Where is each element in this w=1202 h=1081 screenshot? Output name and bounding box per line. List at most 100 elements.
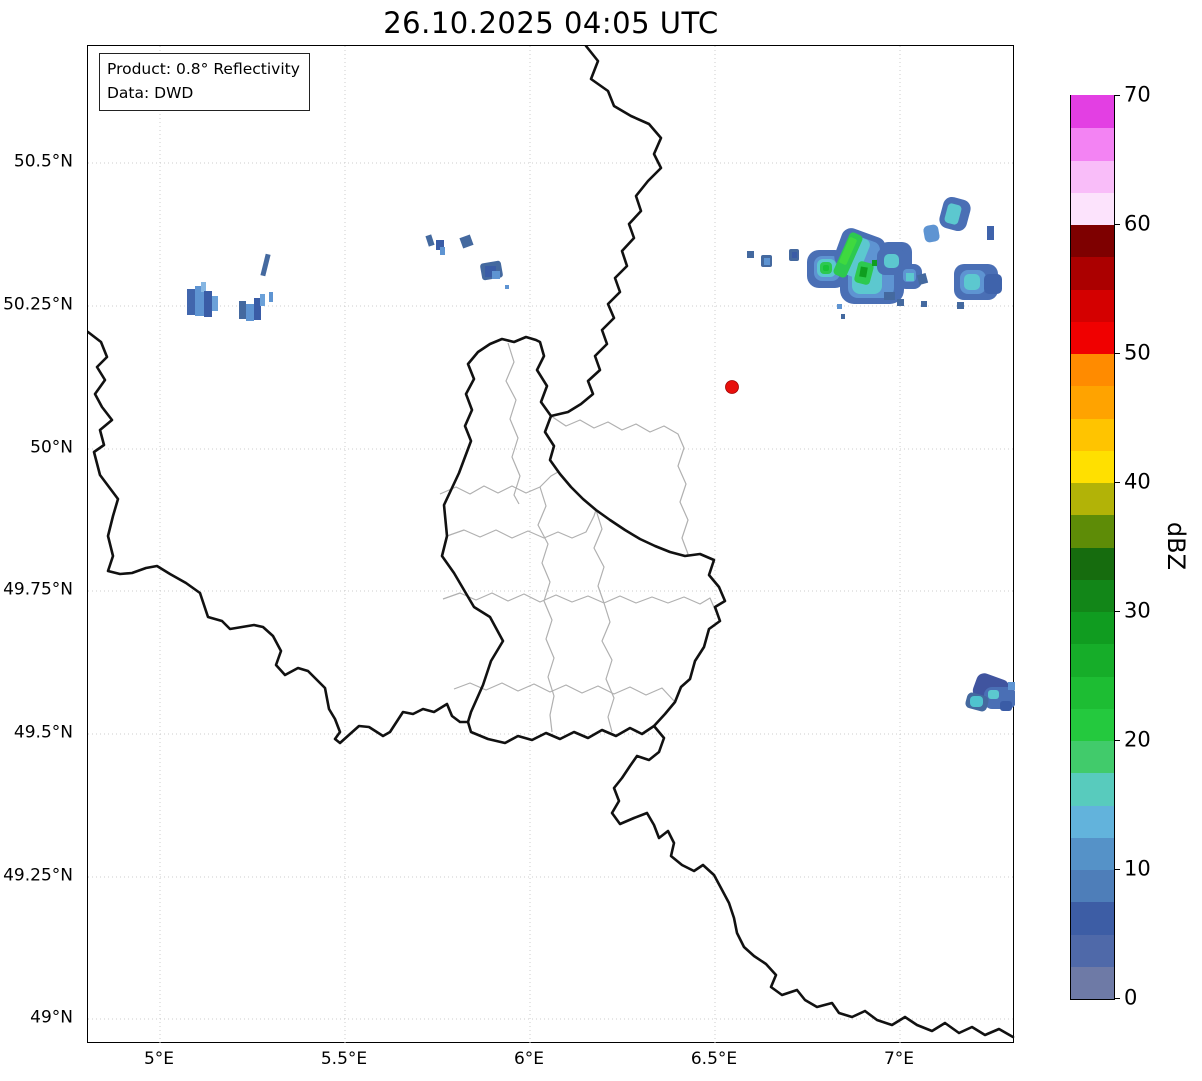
y-tick-label: 49.25°N xyxy=(3,865,73,886)
radar-echo-cell xyxy=(505,285,509,289)
colorbar-segment xyxy=(1071,450,1114,483)
radar-echo-cell xyxy=(254,298,261,320)
colorbar-segment xyxy=(1071,192,1114,225)
colorbar-segment xyxy=(1071,95,1114,129)
x-tick-label: 5°E xyxy=(143,1049,175,1069)
colorbar-segment xyxy=(1071,804,1114,838)
radar-echo-cell xyxy=(884,254,899,268)
colorbar-segment xyxy=(1071,708,1114,741)
x-tick-label: 7°E xyxy=(883,1049,915,1069)
colorbar-segment xyxy=(1071,417,1114,451)
radar-echo-cell xyxy=(212,296,218,311)
map-svg xyxy=(88,46,1015,1044)
colorbar-segment xyxy=(1071,966,1114,999)
radar-echo-cell xyxy=(964,274,980,290)
colorbar-segment xyxy=(1071,772,1114,806)
radar-echo-cell xyxy=(260,294,265,306)
radar-echo-cell xyxy=(921,301,927,307)
radar-echo-cell xyxy=(988,690,999,699)
colorbar-segment xyxy=(1071,643,1114,677)
colorbar-segment xyxy=(1071,256,1114,290)
colorbar-segment xyxy=(1071,579,1114,612)
x-tick-label: 6.5°E xyxy=(690,1049,738,1069)
colorbar-tick xyxy=(1114,224,1120,226)
radar-echo-cell xyxy=(440,247,445,255)
radar-echo-cell xyxy=(239,301,246,319)
radar-echo-cell xyxy=(823,265,829,271)
colorbar-tick-label: 20 xyxy=(1124,727,1151,752)
national-borders xyxy=(88,46,1015,1039)
colorbar-segment xyxy=(1071,740,1114,774)
radar-echo-cell xyxy=(1000,701,1012,711)
colorbar-segment xyxy=(1071,869,1114,903)
colorbar-axis-label: dBZ xyxy=(1162,521,1190,571)
radar-site-marker xyxy=(725,380,739,394)
radar-echoes xyxy=(187,196,1015,712)
y-tick-label: 50.25°N xyxy=(3,294,73,315)
colorbar-tick-label: 10 xyxy=(1124,856,1151,881)
radar-echo-cell xyxy=(970,696,983,707)
canton-borders xyxy=(439,342,721,733)
colorbar-segment xyxy=(1071,611,1114,645)
radar-echo-cell xyxy=(1008,682,1015,690)
colorbar-segment xyxy=(1071,321,1114,354)
radar-echo-cell xyxy=(897,299,904,306)
radar-echo-cell xyxy=(884,292,895,300)
radar-echo-cell xyxy=(957,302,964,309)
radar-map-page: 26.10.2025 04:05 UTC Product: 0.8° Refle… xyxy=(0,0,1202,1081)
y-tick-label: 49.5°N xyxy=(13,722,73,743)
radar-echo-cell xyxy=(906,273,914,281)
radar-echo-cell xyxy=(747,251,754,258)
colorbar-tick-label: 70 xyxy=(1124,82,1151,107)
radar-echo-cell xyxy=(269,292,273,302)
radar-echo-cell xyxy=(260,253,271,277)
colorbar-segment xyxy=(1071,546,1114,580)
radar-echo-cell xyxy=(837,304,842,309)
radar-echo-cell xyxy=(764,258,770,265)
y-tick-label: 50°N xyxy=(30,437,73,458)
radar-echo-cell xyxy=(984,274,1002,294)
colorbar-segment xyxy=(1071,675,1114,709)
y-tick-label: 50.5°N xyxy=(13,151,73,172)
radar-echo-cell xyxy=(987,226,994,240)
colorbar-segment xyxy=(1071,288,1114,322)
colorbar-segment xyxy=(1071,127,1114,161)
colorbar-segment xyxy=(1071,353,1114,387)
map-plot-area: Product: 0.8° Reflectivity Data: DWD xyxy=(87,45,1015,1044)
info-box: Product: 0.8° Reflectivity Data: DWD xyxy=(99,53,310,111)
radar-echo-cell xyxy=(841,314,845,319)
colorbar-segment xyxy=(1071,514,1114,548)
radar-echo-cell xyxy=(459,234,474,249)
x-tick-label: 5.5°E xyxy=(320,1049,368,1069)
colorbar-tick xyxy=(1114,482,1120,484)
colorbar-tick-label: 30 xyxy=(1124,598,1151,623)
colorbar-segment xyxy=(1071,482,1114,516)
graticule-gridlines xyxy=(88,46,1015,1044)
colorbar-tick xyxy=(1114,353,1120,355)
radar-echo-cell xyxy=(492,271,500,279)
colorbar-tick xyxy=(1114,611,1120,613)
y-tick-label: 49°N xyxy=(30,1007,73,1028)
info-box-product: Product: 0.8° Reflectivity xyxy=(107,60,300,78)
colorbar-segment xyxy=(1071,837,1114,870)
colorbar-segment xyxy=(1071,224,1114,258)
radar-echo-cell xyxy=(204,291,212,317)
radar-echo-cell xyxy=(187,289,195,315)
colorbar-segment xyxy=(1071,385,1114,419)
colorbar-tick xyxy=(1114,869,1120,871)
radar-echo-cell xyxy=(792,252,797,258)
colorbar-tick-label: 60 xyxy=(1124,211,1151,236)
radar-echo-cell xyxy=(201,282,206,292)
colorbar-tick-label: 0 xyxy=(1124,985,1138,1010)
radar-echo-cell xyxy=(246,304,254,321)
colorbar-tick xyxy=(1114,998,1120,1000)
info-box-source: Data: DWD xyxy=(107,84,194,102)
colorbar-tick-label: 50 xyxy=(1124,340,1151,365)
y-tick-label: 49.75°N xyxy=(3,579,73,600)
x-tick-label: 6°E xyxy=(513,1049,545,1069)
colorbar-tick xyxy=(1114,740,1120,742)
colorbar-tick-label: 40 xyxy=(1124,469,1151,494)
radar-echo-cell xyxy=(425,234,435,247)
page-title: 26.10.2025 04:05 UTC xyxy=(383,6,719,40)
radar-echo-cell xyxy=(923,224,940,243)
